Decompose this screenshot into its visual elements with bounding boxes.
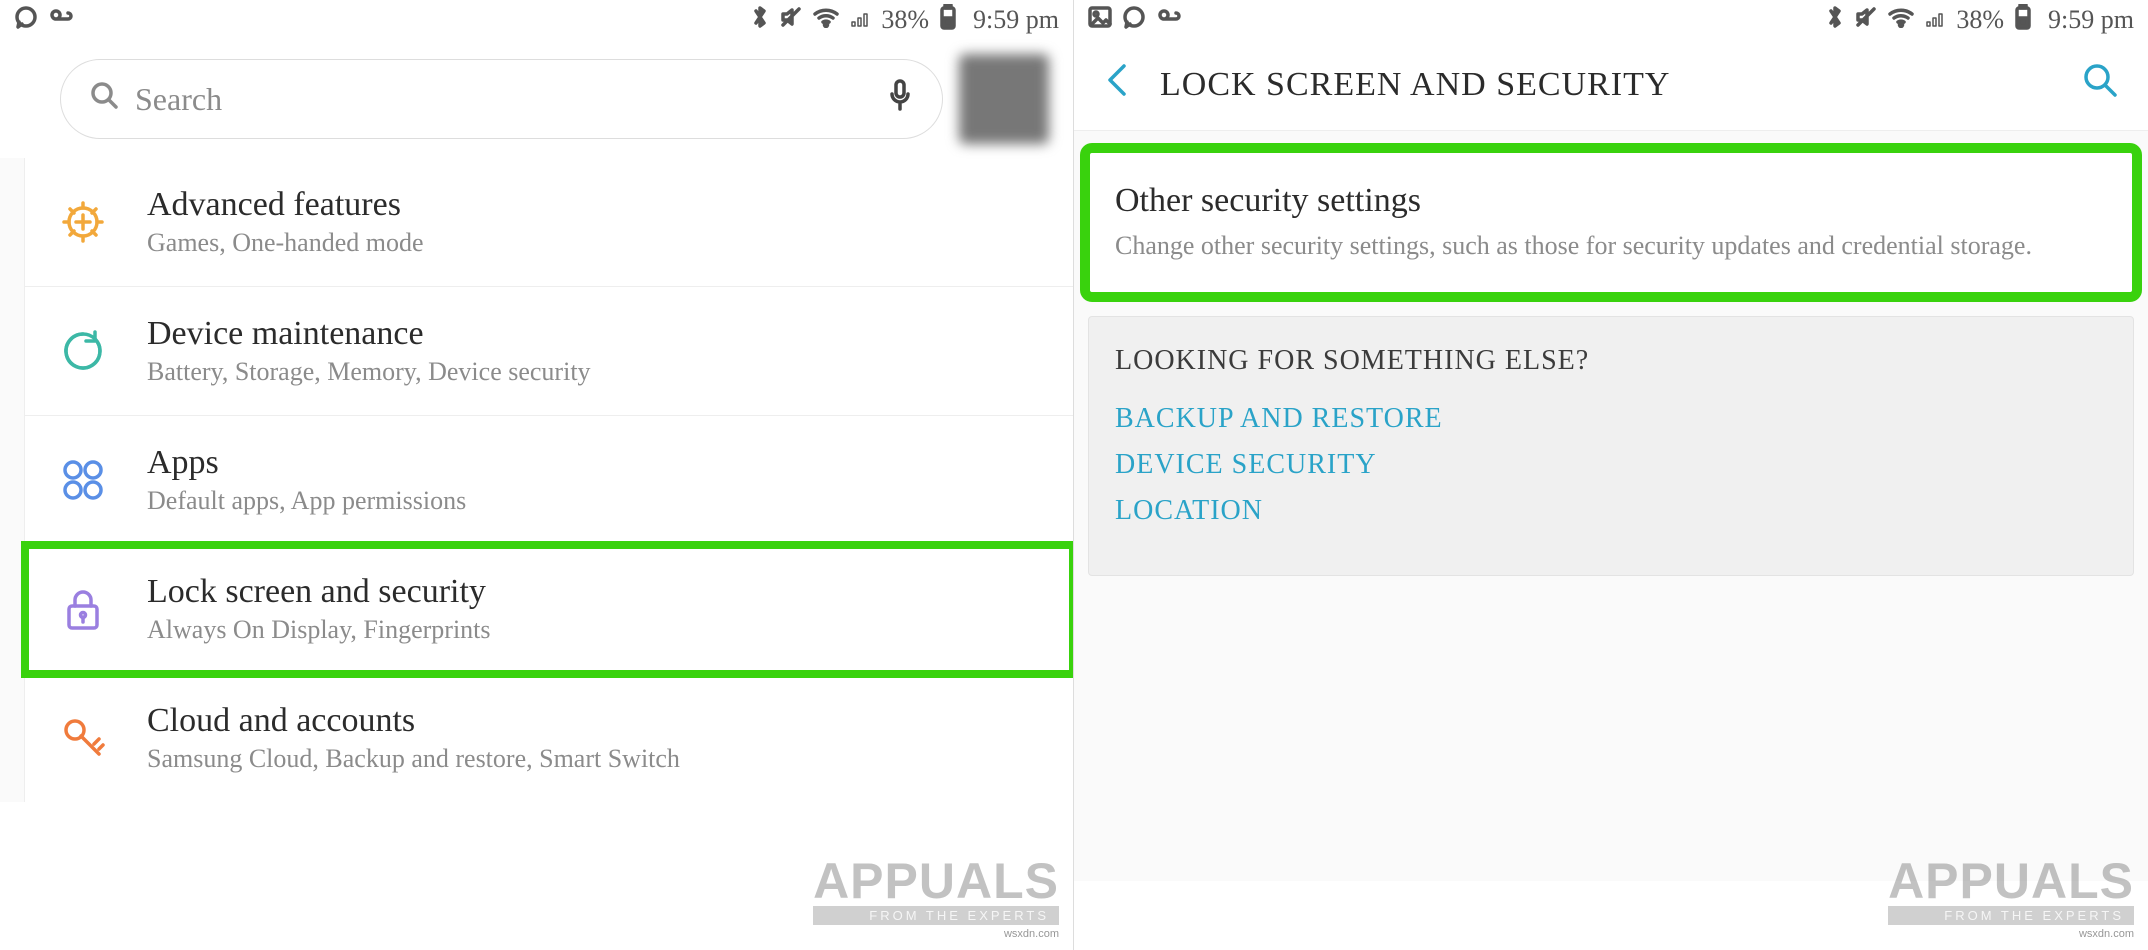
apps-grid-icon	[55, 452, 111, 508]
looking-for-something-else: LOOKING FOR SOMETHING ELSE? BACKUP AND R…	[1088, 316, 2134, 576]
back-button[interactable]	[1104, 60, 1130, 110]
status-bar: 38% 9:59 pm	[1074, 0, 2148, 40]
link-device-security[interactable]: DEVICE SECURITY	[1115, 449, 2107, 481]
status-bar: 38% 9:59 pm	[0, 0, 1073, 40]
search-placeholder: Search	[135, 81, 886, 118]
mute-icon	[779, 5, 803, 35]
whatsapp-icon	[14, 5, 38, 35]
item-title: Device maintenance	[147, 315, 591, 353]
signal-icon	[1924, 6, 1946, 34]
weather-icon	[48, 5, 74, 35]
weather-icon	[1156, 5, 1182, 35]
watermark-source: wsxdn.com	[1888, 928, 2134, 940]
battery-percent: 38%	[1956, 5, 2004, 35]
item-title: Apps	[147, 444, 466, 482]
item-subtitle: Default apps, App permissions	[147, 486, 466, 516]
settings-list: Advanced features Games, One-handed mode…	[0, 158, 1073, 802]
header-search-button[interactable]	[2082, 62, 2118, 108]
battery-icon	[939, 4, 957, 36]
watermark-brand: APPUALS	[813, 852, 1059, 910]
header-title: LOCK SCREEN AND SECURITY	[1160, 66, 2052, 104]
image-icon	[1088, 6, 1112, 34]
item-device-maintenance[interactable]: Device maintenance Battery, Storage, Mem…	[25, 287, 1073, 416]
item-subtitle: Always On Display, Fingerprints	[147, 615, 491, 645]
item-title: Cloud and accounts	[147, 702, 680, 740]
item-subtitle: Games, One-handed mode	[147, 228, 424, 258]
key-icon	[55, 710, 111, 766]
bluetooth-icon	[1826, 5, 1844, 35]
item-subtitle: Battery, Storage, Memory, Device securit…	[147, 357, 591, 387]
battery-icon	[2014, 4, 2032, 36]
watermark-tagline: FROM THE EXPERTS	[813, 906, 1059, 925]
link-location[interactable]: LOCATION	[1115, 495, 2107, 527]
screen-header: LOCK SCREEN AND SECURITY	[1074, 40, 2148, 131]
item-title: Lock screen and security	[147, 573, 491, 611]
item-title: Advanced features	[147, 186, 424, 224]
else-heading: LOOKING FOR SOMETHING ELSE?	[1115, 345, 2107, 377]
lock-screen-security-screen: 38% 9:59 pm LOCK SCREEN AND SECURITY Oth…	[1074, 0, 2148, 950]
item-subtitle: Samsung Cloud, Backup and restore, Smart…	[147, 744, 680, 774]
watermark-tagline: FROM THE EXPERTS	[1888, 906, 2134, 925]
lock-icon	[55, 581, 111, 637]
wifi-icon	[813, 6, 839, 34]
battery-percent: 38%	[881, 5, 929, 35]
avatar[interactable]	[959, 54, 1049, 144]
item-advanced-features[interactable]: Advanced features Games, One-handed mode	[25, 158, 1073, 287]
card-title: Other security settings	[1115, 182, 2107, 220]
link-backup-restore[interactable]: BACKUP AND RESTORE	[1115, 403, 2107, 435]
bluetooth-icon	[751, 5, 769, 35]
plus-gear-icon	[55, 194, 111, 250]
search-icon	[89, 80, 119, 118]
watermark: APPUALS FROM THE EXPERTS wsxdn.com	[813, 852, 1059, 940]
item-other-security-settings[interactable]: Other security settings Change other sec…	[1088, 151, 2134, 294]
mic-icon[interactable]	[886, 78, 914, 120]
item-apps[interactable]: Apps Default apps, App permissions	[25, 416, 1073, 545]
wifi-icon	[1888, 6, 1914, 34]
item-cloud-accounts[interactable]: Cloud and accounts Samsung Cloud, Backup…	[25, 674, 1073, 802]
search-row: Search	[0, 40, 1073, 158]
whatsapp-icon	[1122, 5, 1146, 35]
watermark-source: wsxdn.com	[813, 928, 1059, 940]
refresh-icon	[55, 323, 111, 379]
clock-time: 9:59 pm	[973, 5, 1059, 35]
card-desc: Change other security settings, such as …	[1115, 228, 2107, 263]
clock-time: 9:59 pm	[2048, 5, 2134, 35]
settings-main-screen: 38% 9:59 pm Search Advanced features	[0, 0, 1074, 950]
item-lock-screen-security[interactable]: Lock screen and security Always On Displ…	[25, 545, 1073, 674]
search-input[interactable]: Search	[60, 59, 943, 139]
signal-icon	[849, 6, 871, 34]
mute-icon	[1854, 5, 1878, 35]
